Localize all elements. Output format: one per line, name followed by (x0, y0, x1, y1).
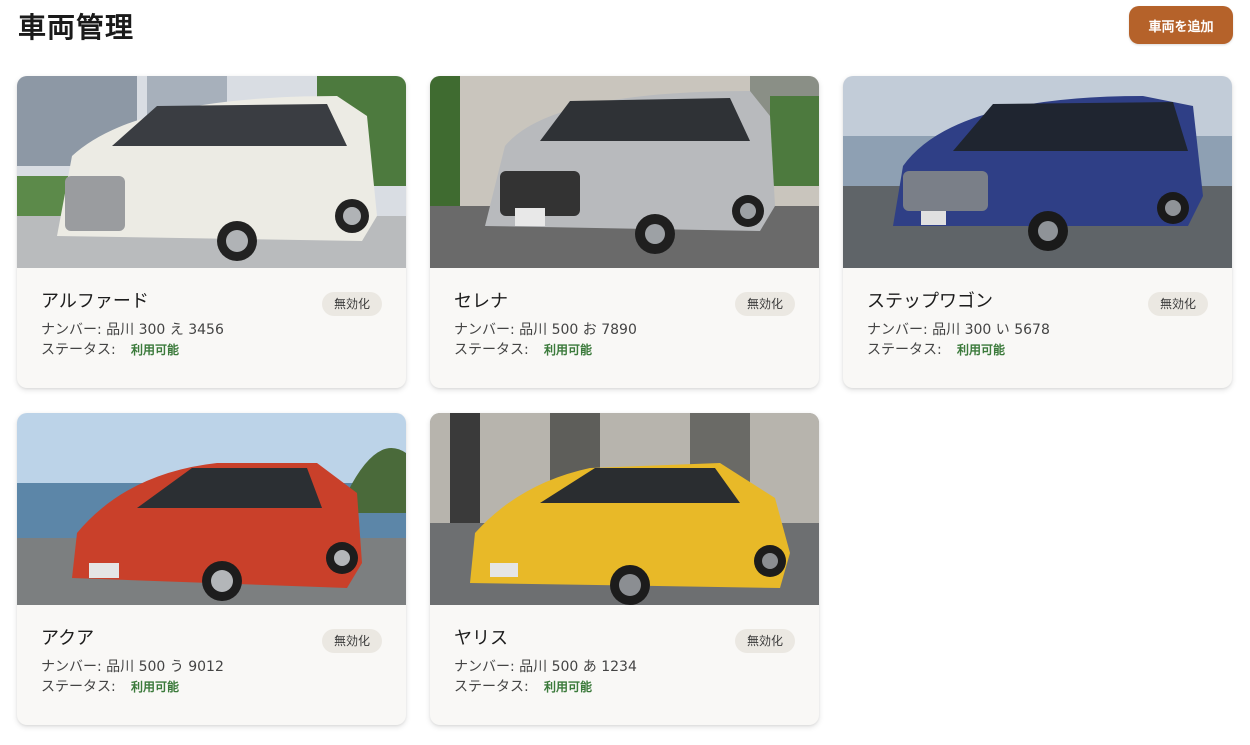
plate-label: ナンバー: (454, 322, 515, 338)
plate-row: ナンバー: 品川 500 あ 1234 (454, 658, 795, 676)
vehicle-photo (843, 76, 1232, 268)
vehicle-card[interactable]: ステップワゴン 無効化 ナンバー: 品川 300 い 5678 ステータス: 利用… (843, 76, 1232, 388)
status-value: 利用可能 (957, 343, 1006, 357)
disable-button[interactable]: 無効化 (321, 292, 382, 316)
status-row: ステータス: 利用可能 (454, 678, 795, 696)
plate-value: 品川 300 い 5678 (932, 322, 1050, 338)
vehicle-grid: アルファード 無効化 ナンバー: 品川 300 え 3456 ステータス: 利用可… (17, 76, 1232, 725)
disable-button[interactable]: 無効化 (734, 629, 795, 653)
status-row: ステータス: 利用可能 (41, 678, 382, 696)
plate-value: 品川 500 う 9012 (106, 659, 224, 675)
disable-button[interactable]: 無効化 (321, 629, 382, 653)
vehicle-card[interactable]: アクア 無効化 ナンバー: 品川 500 う 9012 ステータス: 利用可能 (17, 413, 406, 725)
add-vehicle-button[interactable]: 車両を追加 (1129, 6, 1233, 44)
vehicle-card[interactable]: セレナ 無効化 ナンバー: 品川 500 お 7890 ステータス: 利用可能 (430, 76, 819, 388)
status-value: 利用可能 (544, 680, 593, 694)
vehicle-management-page: 車両管理 車両を追加 アルファード 無効化 ナンバー: 品川 300 え 345… (0, 0, 1250, 745)
status-value: 利用可能 (131, 343, 180, 357)
plate-label: ナンバー: (41, 659, 102, 675)
plate-label: ナンバー: (41, 322, 102, 338)
status-label: ステータス: (454, 679, 529, 695)
plate-row: ナンバー: 品川 500 お 7890 (454, 321, 795, 339)
plate-row: ナンバー: 品川 300 え 3456 (41, 321, 382, 339)
status-label: ステータス: (41, 342, 116, 358)
disable-button[interactable]: 無効化 (1147, 292, 1208, 316)
vehicle-photo (430, 413, 819, 605)
status-value: 利用可能 (544, 343, 593, 357)
status-label: ステータス: (41, 679, 116, 695)
vehicle-card[interactable]: アルファード 無効化 ナンバー: 品川 300 え 3456 ステータス: 利用可… (17, 76, 406, 388)
vehicle-photo (17, 413, 406, 605)
plate-value: 品川 500 お 7890 (519, 322, 637, 338)
disable-button[interactable]: 無効化 (734, 292, 795, 316)
plate-row: ナンバー: 品川 500 う 9012 (41, 658, 382, 676)
vehicle-photo (17, 76, 406, 268)
status-row: ステータス: 利用可能 (41, 341, 382, 359)
status-label: ステータス: (867, 342, 942, 358)
status-value: 利用可能 (131, 680, 180, 694)
vehicle-card[interactable]: ヤリス 無効化 ナンバー: 品川 500 あ 1234 ステータス: 利用可能 (430, 413, 819, 725)
plate-row: ナンバー: 品川 300 い 5678 (867, 321, 1208, 339)
plate-label: ナンバー: (867, 322, 928, 338)
page-title: 車両管理 (18, 11, 135, 44)
status-row: ステータス: 利用可能 (454, 341, 795, 359)
plate-value: 品川 500 あ 1234 (519, 659, 637, 675)
plate-value: 品川 300 え 3456 (106, 322, 224, 338)
vehicle-photo (430, 76, 819, 268)
status-row: ステータス: 利用可能 (867, 341, 1208, 359)
plate-label: ナンバー: (454, 659, 515, 675)
status-label: ステータス: (454, 342, 529, 358)
